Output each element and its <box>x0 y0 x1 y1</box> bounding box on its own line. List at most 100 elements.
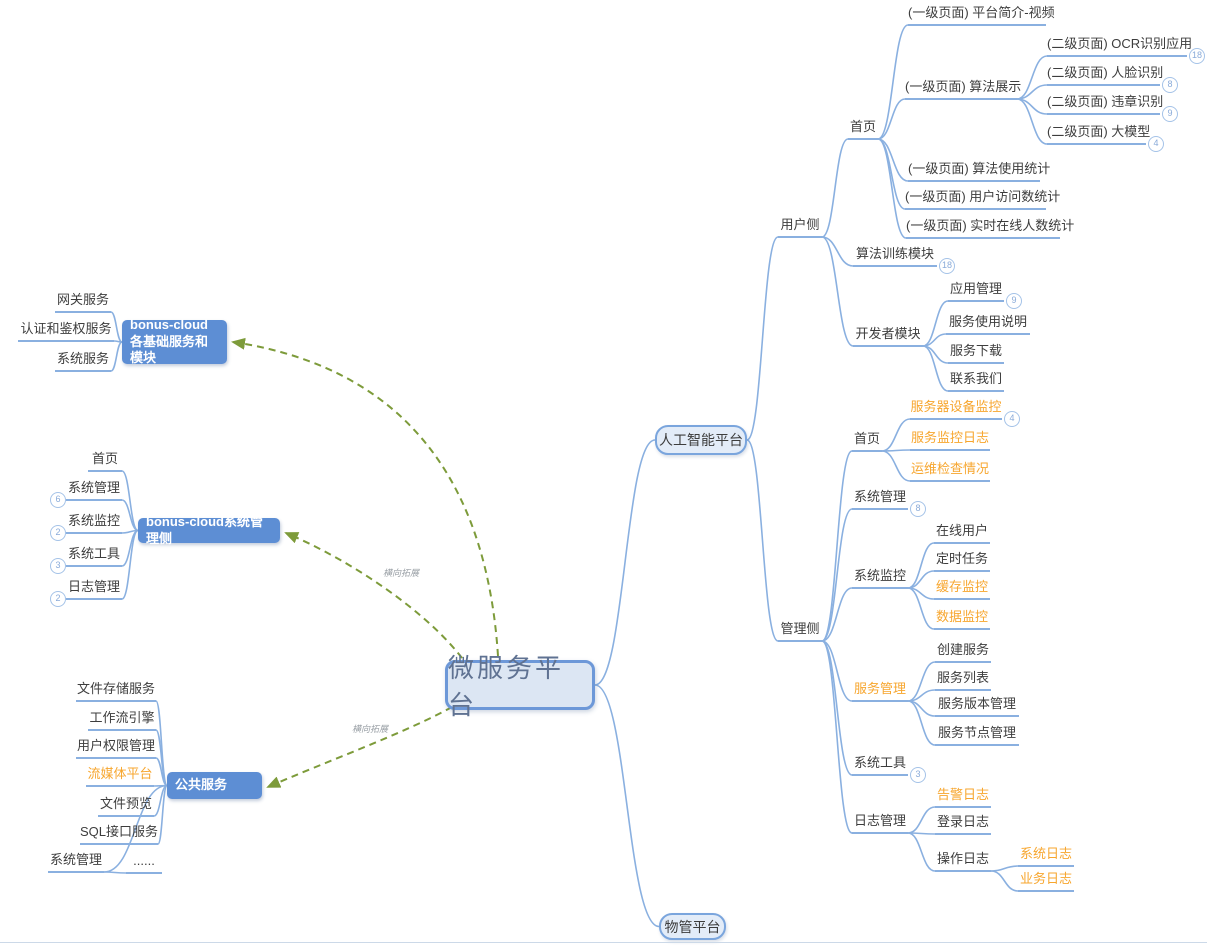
node-topic-base[interactable]: bonus-cloud各基础服务和模块 <box>122 320 227 364</box>
edge-admin-home-svc-monitor-log <box>882 450 910 451</box>
count-badge[interactable]: 2 <box>50 525 66 541</box>
node-p2-face[interactable]: (二级页面) 人脸识别8 <box>1047 64 1160 86</box>
node-svc-node[interactable]: 服务节点管理 <box>935 724 1019 746</box>
node-biz-log[interactable]: 业务日志 <box>1018 870 1074 892</box>
edge-user-home-p1-algo-show <box>878 99 905 139</box>
node-dev-module[interactable]: 开发者模块 <box>853 325 923 347</box>
node-op-log[interactable]: 操作日志 <box>935 850 991 872</box>
node-user-home[interactable]: 首页 <box>848 118 878 140</box>
node-workflow[interactable]: 工作流引擎 <box>88 709 156 731</box>
count-badge[interactable]: 18 <box>1189 48 1205 64</box>
node-sys-tools[interactable]: 系统工具3 <box>852 754 908 776</box>
node-p1-algo-stats[interactable]: (一级页面) 算法使用统计 <box>908 160 1040 182</box>
node-user-perm[interactable]: 用户权限管理 <box>76 737 156 759</box>
node-label: 文件存储服务 <box>77 681 155 696</box>
edge-user-side-dev-module <box>822 237 853 346</box>
node-sys-mgmt[interactable]: 系统管理8 <box>852 488 908 510</box>
edge-topic-admin-b-sys-monitor <box>122 531 138 534</box>
count-badge[interactable]: 6 <box>50 492 66 508</box>
node-svc-download[interactable]: 服务下载 <box>948 342 1004 364</box>
count-badge[interactable]: 8 <box>1162 77 1178 93</box>
node-svc-version[interactable]: 服务版本管理 <box>935 695 1019 717</box>
node-file-preview[interactable]: 文件预览 <box>98 795 154 817</box>
node-label: 用户侧 <box>780 217 819 232</box>
node-label: (一级页面) 平台简介-视频 <box>908 5 1055 20</box>
node-server-monitor[interactable]: 服务器设备监控4 <box>910 398 1002 420</box>
node-sys-log[interactable]: 系统日志 <box>1018 845 1074 867</box>
node-label: 用户权限管理 <box>77 738 155 753</box>
node-label: 数据监控 <box>936 609 988 624</box>
node-create-svc[interactable]: 创建服务 <box>935 641 991 663</box>
node-sql-api[interactable]: SQL接口服务 <box>80 823 158 845</box>
count-badge[interactable]: 3 <box>50 558 66 574</box>
count-badge[interactable]: 4 <box>1004 411 1020 427</box>
node-more-items[interactable]: ...... <box>126 852 162 874</box>
node-p1-online-stats[interactable]: (一级页面) 实时在线人数统计 <box>906 217 1060 239</box>
node-p2-violation[interactable]: (二级页面) 违章识别9 <box>1047 93 1160 115</box>
node-ops-check[interactable]: 运维检查情况 <box>910 460 990 482</box>
node-contact-us[interactable]: 联系我们 <box>948 370 1004 392</box>
node-system-svc[interactable]: 系统服务 <box>55 350 111 372</box>
expansion-arrow-label: 横向拓展 <box>383 566 419 579</box>
node-p1-intro[interactable]: (一级页面) 平台简介-视频 <box>908 4 1046 26</box>
node-data-monitor[interactable]: 数据监控 <box>934 608 990 630</box>
count-badge[interactable]: 3 <box>910 767 926 783</box>
node-pm-platform[interactable]: 物管平台 <box>659 913 726 940</box>
mindmap-canvas: 微服务平台人工智能平台物管平台用户侧管理侧首页(一级页面) 平台简介-视频(一级… <box>0 0 1207 947</box>
edge-pub-sys-mgmt-more-items <box>104 872 126 873</box>
node-b-home[interactable]: 首页 <box>88 450 122 472</box>
node-platform-center[interactable]: 微服务平台 <box>445 660 595 710</box>
node-sys-monitor[interactable]: 系统监控 <box>852 567 908 589</box>
count-badge[interactable]: 9 <box>1162 106 1178 122</box>
node-streaming[interactable]: 流媒体平台 <box>86 765 154 787</box>
node-timed-tasks[interactable]: 定时任务 <box>934 550 990 572</box>
node-label: 系统管理 <box>68 480 120 495</box>
node-svc-mgmt[interactable]: 服务管理 <box>852 680 908 702</box>
node-log-mgmt[interactable]: 日志管理 <box>852 812 908 834</box>
count-badge[interactable]: 2 <box>50 591 66 607</box>
node-label: (一级页面) 算法展示 <box>905 79 1021 94</box>
node-p1-visit-stats[interactable]: (一级页面) 用户访问数统计 <box>905 188 1046 210</box>
node-app-mgmt[interactable]: 应用管理9 <box>948 280 1004 302</box>
node-label: 文件预览 <box>100 796 152 811</box>
edge-op-log-sys-log <box>991 866 1018 871</box>
node-b-log-mgmt[interactable]: 日志管理2 <box>66 578 122 600</box>
node-admin-side[interactable]: 管理侧 <box>778 620 822 642</box>
count-badge[interactable]: 18 <box>939 258 955 274</box>
node-algo-training[interactable]: 算法训练模块18 <box>853 245 937 267</box>
node-label: 联系我们 <box>950 371 1002 386</box>
node-pub-sys-mgmt[interactable]: 系统管理 <box>48 851 104 873</box>
node-ai-platform[interactable]: 人工智能平台 <box>655 425 747 455</box>
node-svc-usage-doc[interactable]: 服务使用说明 <box>946 313 1030 335</box>
count-badge[interactable]: 8 <box>910 501 926 517</box>
node-admin-home[interactable]: 首页 <box>852 430 882 452</box>
node-b-sys-tools[interactable]: 系统工具3 <box>66 545 122 567</box>
node-topic-admin[interactable]: bonus-cloud系统管理侧 <box>138 518 280 543</box>
node-gw-svc[interactable]: 网关服务 <box>55 291 111 313</box>
edge-user-home-p1-intro <box>878 25 908 139</box>
node-svc-list[interactable]: 服务列表 <box>935 669 991 691</box>
node-file-storage[interactable]: 文件存储服务 <box>76 680 156 702</box>
node-svc-monitor-log[interactable]: 服务监控日志 <box>910 429 990 451</box>
node-login-log[interactable]: 登录日志 <box>935 813 991 835</box>
node-label: 开发者模块 <box>855 326 920 341</box>
edge-user-side-user-home <box>822 139 848 237</box>
count-badge[interactable]: 4 <box>1148 136 1164 152</box>
edge-admin-side-log-mgmt <box>822 641 852 833</box>
count-badge[interactable]: 9 <box>1006 293 1022 309</box>
node-p1-algo-show[interactable]: (一级页面) 算法展示 <box>905 78 1017 100</box>
node-label: 日志管理 <box>854 813 906 828</box>
node-cache-monitor[interactable]: 缓存监控 <box>934 578 990 600</box>
node-b-sys-monitor[interactable]: 系统监控2 <box>66 512 122 534</box>
node-p2-bigmodel[interactable]: (二级页面) 大模型4 <box>1047 123 1146 145</box>
node-topic-public[interactable]: 公共服务 <box>167 772 262 799</box>
node-auth-svc[interactable]: 认证和鉴权服务 <box>18 320 114 342</box>
edge-user-home-p1-algo-stats <box>878 139 908 181</box>
node-alert-log[interactable]: 告警日志 <box>935 786 991 808</box>
edge-admin-side-sys-monitor <box>822 588 852 641</box>
node-p2-ocr[interactable]: (二级页面) OCR识别应用18 <box>1047 35 1187 57</box>
node-label: 服务使用说明 <box>949 314 1027 329</box>
node-user-side[interactable]: 用户侧 <box>778 216 822 238</box>
node-online-users[interactable]: 在线用户 <box>934 522 990 544</box>
node-b-sys-mgmt[interactable]: 系统管理6 <box>66 479 122 501</box>
